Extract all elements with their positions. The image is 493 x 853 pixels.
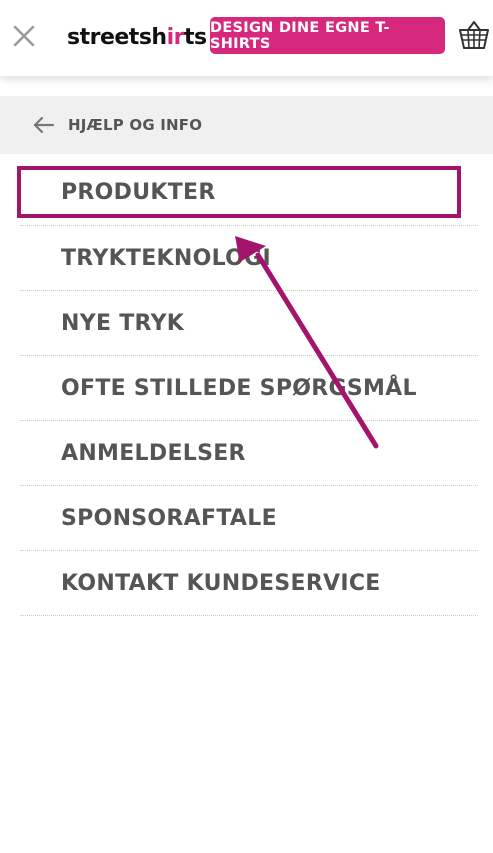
- menu-item-faq[interactable]: OFTE STILLEDE SPØRGSMÅL: [20, 356, 478, 421]
- close-icon: [13, 25, 35, 47]
- streetshirts-logo[interactable]: streetsh ir ts: [67, 20, 207, 54]
- back-label: HJÆLP OG INFO: [68, 116, 203, 134]
- help-menu-list: PRODUKTER TRYKTEKNOLOGI NYE TRYK OFTE ST…: [20, 160, 478, 616]
- basket-button[interactable]: [457, 18, 491, 52]
- design-your-tshirts-button[interactable]: DESIGN DINE EGNE T-SHIRTS: [210, 17, 445, 54]
- logo-text-start: streetsh: [67, 24, 167, 50]
- back-to-help-info[interactable]: HJÆLP OG INFO: [0, 96, 493, 154]
- header-bar: streetsh ir ts DESIGN DINE EGNE T-SHIRTS: [0, 0, 493, 76]
- logo-text-mid: ir: [166, 24, 185, 50]
- mobile-menu-page: streetsh ir ts DESIGN DINE EGNE T-SHIRTS H…: [0, 0, 493, 853]
- basket-icon: [459, 21, 489, 49]
- menu-item-nye-tryk[interactable]: NYE TRYK: [20, 291, 478, 356]
- menu-item-anmeldelser[interactable]: ANMELDELSER: [20, 421, 478, 486]
- close-button[interactable]: [10, 20, 40, 50]
- menu-item-trykteknologi[interactable]: TRYKTEKNOLOGI: [20, 226, 478, 291]
- logo-text-end: ts: [183, 24, 207, 50]
- menu-item-sponsoraftale[interactable]: SPONSORAFTALE: [20, 486, 478, 551]
- menu-item-kontakt-kundeservice[interactable]: KONTAKT KUNDESERVICE: [20, 551, 478, 616]
- menu-item-produkter[interactable]: PRODUKTER: [20, 160, 478, 226]
- arrow-left-icon: [33, 116, 55, 134]
